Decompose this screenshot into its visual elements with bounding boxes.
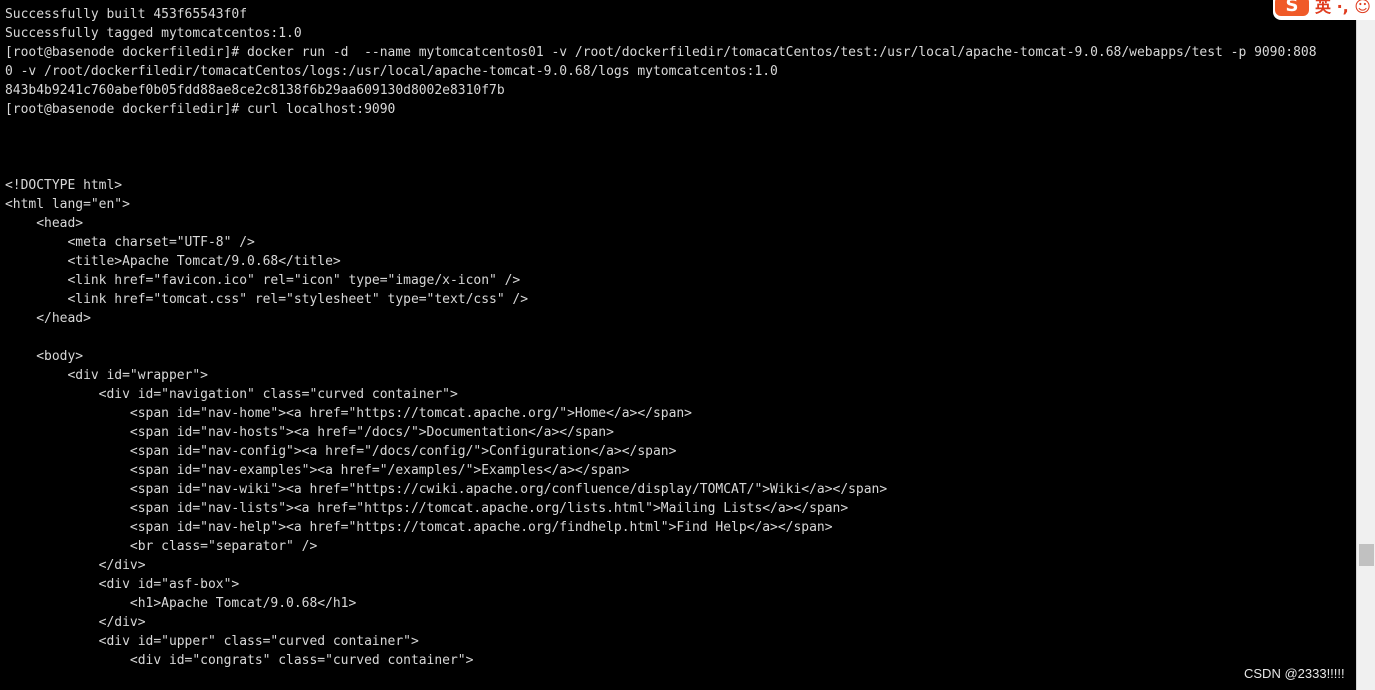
ime-mode-label[interactable]: 英 ·, ☺ <box>1315 0 1371 17</box>
terminal-line: <span id="nav-hosts"><a href="/docs/">Do… <box>5 425 614 440</box>
terminal-line: <div id="asf-box"> <box>5 577 240 592</box>
terminal-line: </div> <box>5 615 146 630</box>
terminal-line: <div id="navigation" class="curved conta… <box>5 387 458 402</box>
terminal-line: <span id="nav-config"><a href="/docs/con… <box>5 444 677 459</box>
terminal-line: <h1>Apache Tomcat/9.0.68</h1> <box>5 596 357 611</box>
terminal-line: <body> <box>5 349 84 364</box>
terminal-line: <span id="nav-examples"><a href="/exampl… <box>5 463 630 478</box>
terminal-line: </head> <box>5 311 91 326</box>
terminal-line: <span id="nav-wiki"><a href="https://cwi… <box>5 482 888 497</box>
vertical-scrollbar[interactable] <box>1356 0 1375 690</box>
terminal-line: Successfully built 453f65543f0f <box>5 7 248 22</box>
terminal-line: <meta charset="UTF-8" /> <box>5 235 255 250</box>
terminal-line: <span id="nav-home"><a href="https://tom… <box>5 406 692 421</box>
terminal-line: <div id="upper" class="curved container"… <box>5 634 419 649</box>
terminal-line: [root@basenode dockerfiledir]# docker ru… <box>5 45 1317 60</box>
terminal-line: <span id="nav-lists"><a href="https://to… <box>5 501 849 516</box>
terminal-line: <html lang="en"> <box>5 197 130 212</box>
terminal-line: <br class="separator" /> <box>5 539 318 554</box>
terminal-line: <title>Apache Tomcat/9.0.68</title> <box>5 254 341 269</box>
terminal-line: <span id="nav-help"><a href="https://tom… <box>5 520 833 535</box>
terminal-line: <div id="congrats" class="curved contain… <box>5 653 474 668</box>
terminal-line: <div id="wrapper"> <box>5 368 208 383</box>
terminal-output[interactable]: Successfully built 453f65543f0f Successf… <box>0 0 1356 690</box>
terminal-line: <link href="favicon.ico" rel="icon" type… <box>5 273 521 288</box>
terminal-line: [root@basenode dockerfiledir]# curl loca… <box>5 102 396 117</box>
scrollbar-thumb[interactable] <box>1359 544 1374 566</box>
ime-toolbar[interactable]: S 英 ·, ☺ <box>1273 0 1375 20</box>
terminal-line: </div> <box>5 558 146 573</box>
terminal-line: 0 -v /root/dockerfiledir/tomacatCentos/l… <box>5 64 778 79</box>
terminal-line: <link href="tomcat.css" rel="stylesheet"… <box>5 292 529 307</box>
terminal-line: 843b4b9241c760abef0b05fdd88ae8ce2c8138f6… <box>5 83 505 98</box>
terminal-line: <head> <box>5 216 84 231</box>
terminal-line: Successfully tagged mytomcatcentos:1.0 <box>5 26 302 41</box>
terminal-line: <!DOCTYPE html> <box>5 178 123 193</box>
sogou-ime-icon[interactable]: S <box>1275 0 1309 16</box>
csdn-watermark: CSDN @2333!!!!! <box>1244 666 1345 681</box>
